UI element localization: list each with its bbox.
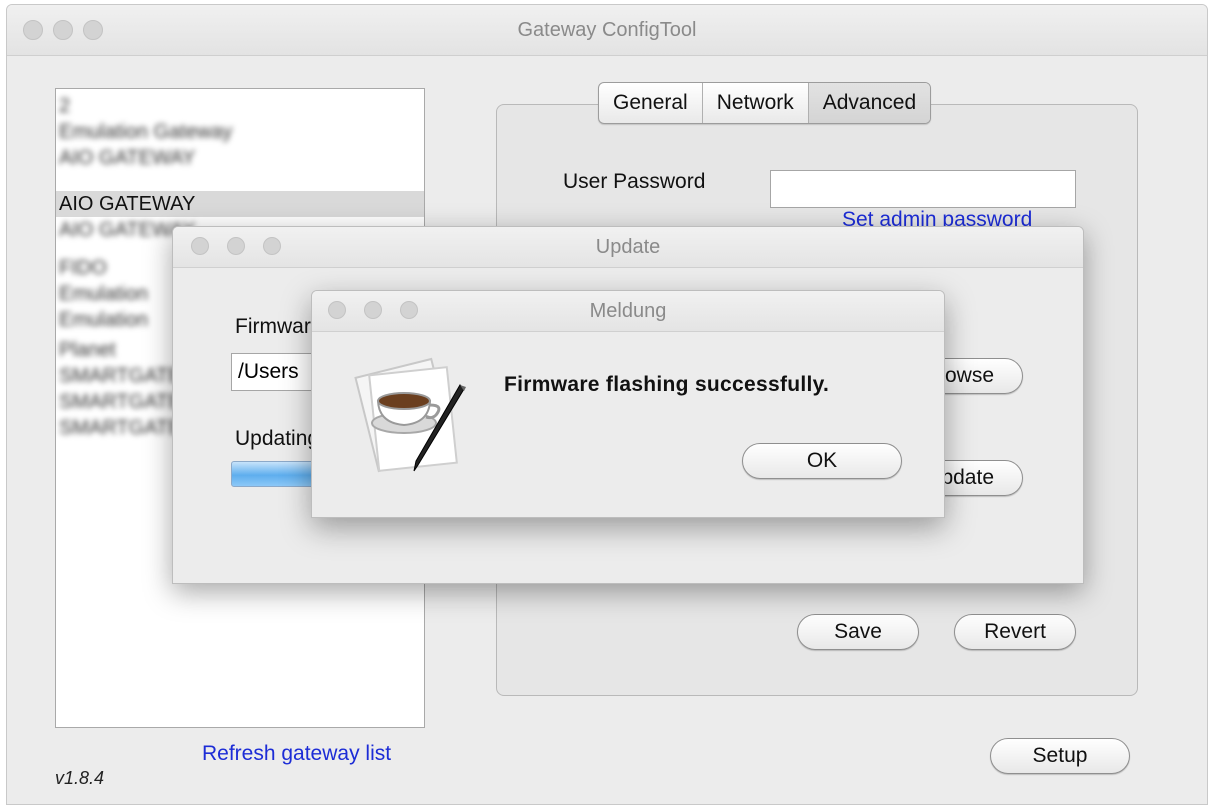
message-dialog: Meldung Firmware flashing successfully. … xyxy=(311,290,945,518)
list-item[interactable]: AIO GATEWAY xyxy=(56,145,424,171)
tab-network[interactable]: Network xyxy=(703,83,809,123)
tab-advanced[interactable]: Advanced xyxy=(808,83,931,123)
revert-button[interactable]: Revert xyxy=(954,614,1076,650)
user-password-label: User Password xyxy=(563,170,706,193)
tab-general[interactable]: General xyxy=(599,83,703,123)
java-coffee-cup-icon xyxy=(354,357,466,473)
message-dialog-title-bar: Meldung xyxy=(312,291,944,332)
update-dialog-title: Update xyxy=(595,236,661,258)
list-item-selected[interactable]: AIO GATEWAY xyxy=(56,191,424,217)
user-password-field[interactable] xyxy=(770,170,1076,208)
refresh-gateway-list-link[interactable]: Refresh gateway list xyxy=(202,742,391,766)
window-title: Gateway ConfigTool xyxy=(517,19,697,41)
setup-button[interactable]: Setup xyxy=(990,738,1130,774)
tab-bar: General Network Advanced xyxy=(598,82,932,124)
version-label: v1.8.4 xyxy=(55,768,105,788)
message-text: Firmware flashing successfully. xyxy=(504,373,830,396)
save-button[interactable]: Save xyxy=(797,614,919,650)
firmware-label: Firmware xyxy=(235,315,323,338)
list-item[interactable]: Emulation Gateway xyxy=(56,119,424,145)
list-item[interactable]: 2 xyxy=(56,93,424,119)
title-bar: Gateway ConfigTool xyxy=(7,5,1207,56)
ok-button[interactable]: OK xyxy=(742,443,902,479)
message-dialog-title: Meldung xyxy=(589,300,667,322)
update-dialog-title-bar: Update xyxy=(173,227,1083,268)
updating-label: Updating xyxy=(235,427,320,450)
